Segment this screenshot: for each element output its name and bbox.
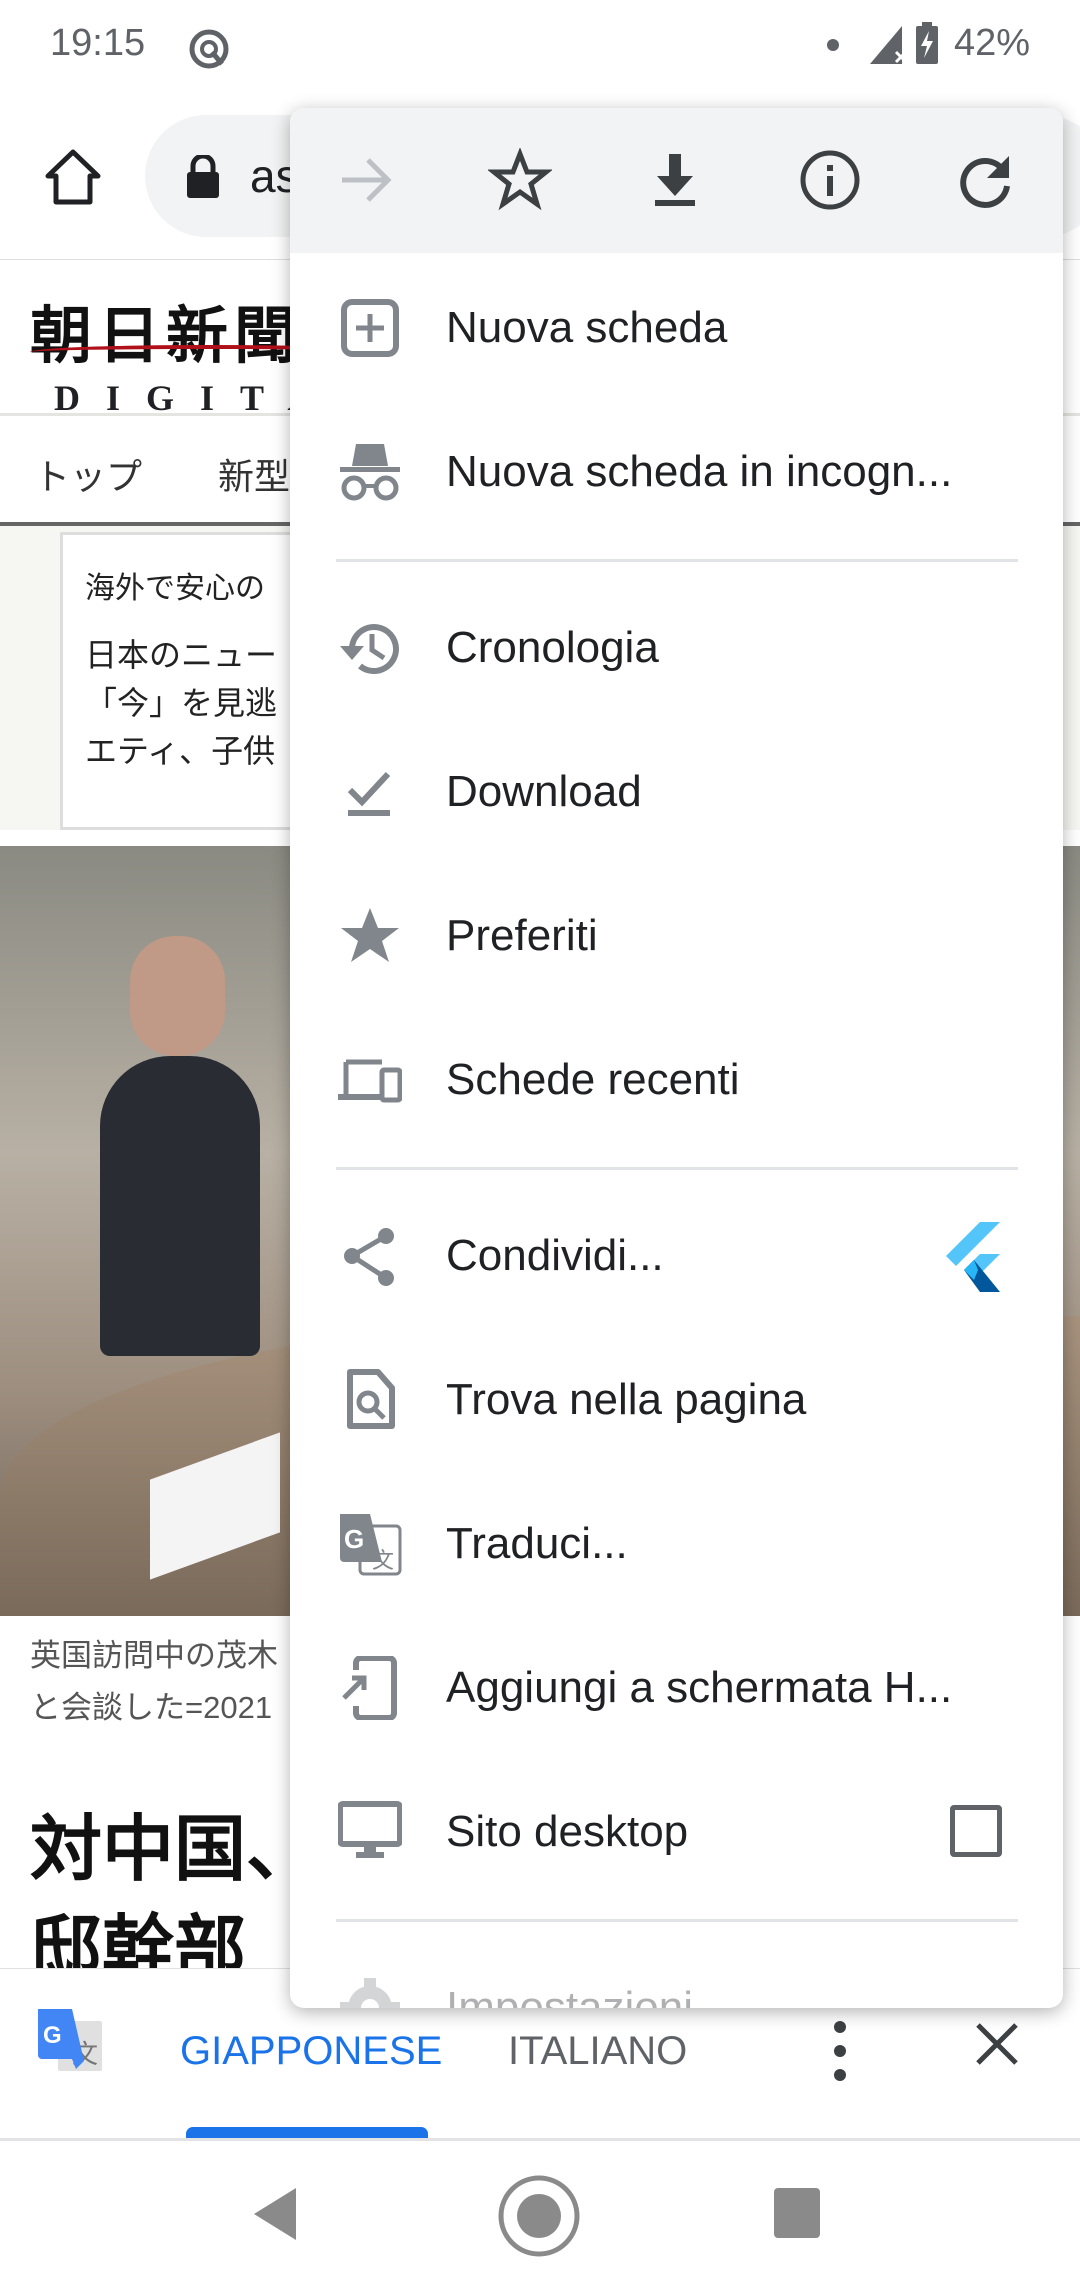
translate-icon: G文: [340, 1514, 402, 1576]
menu-item-label: Nuova scheda: [446, 303, 728, 352]
share-icon: [344, 1228, 394, 1286]
nav-item-top[interactable]: トップ: [34, 448, 142, 500]
system-nav-bar: [0, 2138, 1080, 2280]
menu-item-downloads[interactable]: Download: [290, 720, 1063, 864]
lock-icon: [187, 155, 219, 198]
menu-item-find-in-page[interactable]: Trova nella pagina: [290, 1328, 1063, 1472]
menu-item-label: Nuova scheda in incogn...: [446, 447, 953, 496]
more-vert-icon[interactable]: [822, 2019, 858, 2083]
recents-icon[interactable]: [774, 2188, 820, 2238]
desktop-site-checkbox[interactable]: [950, 1805, 1002, 1857]
menu-icon-row: [290, 108, 1063, 253]
find-in-page-icon: [347, 1369, 395, 1429]
menu-item-label: Download: [446, 767, 642, 816]
home-button-icon[interactable]: [496, 2173, 582, 2259]
incognito-icon: [340, 444, 400, 501]
photo-head: [130, 936, 225, 1056]
settings-icon: [340, 1978, 400, 2008]
menu-item-history[interactable]: Cronologia: [290, 576, 1063, 720]
svg-text:文: 文: [372, 1549, 394, 1574]
downloads-icon: [347, 771, 391, 816]
menu-divider: [336, 559, 1018, 562]
devices-icon: [338, 1059, 402, 1103]
home-icon[interactable]: [44, 148, 102, 206]
svg-text:G: G: [344, 1524, 364, 1554]
caption-line: 英国訪問中の茂木: [30, 1638, 278, 1673]
menu-divider: [336, 1919, 1018, 1922]
nav-item-covid[interactable]: 新型: [218, 448, 290, 500]
back-icon[interactable]: [250, 2186, 300, 2242]
caption-line: と会談した=2021: [30, 1690, 273, 1725]
menu-item-bookmarks[interactable]: Preferiti: [290, 864, 1063, 1008]
reload-icon[interactable]: [953, 148, 1017, 212]
target-language-tab[interactable]: ITALIANO: [508, 2029, 687, 2074]
bookmark-star-icon[interactable]: [488, 148, 552, 212]
info-icon[interactable]: [798, 148, 862, 212]
new-tab-icon: [341, 299, 399, 357]
menu-item-label: Traduci...: [446, 1519, 628, 1568]
notification-dot-icon: [827, 39, 839, 51]
overflow-menu: Nuova scheda Nuova scheda in incogn... C…: [290, 108, 1063, 2008]
battery-charging-icon: [916, 22, 938, 64]
flutter-app-icon[interactable]: [944, 1222, 1000, 1292]
menu-item-label: Impostazioni: [446, 1983, 694, 2008]
status-bar: 19:15 42%: [0, 0, 1080, 100]
star-icon: [341, 908, 399, 962]
source-language-tab[interactable]: GIAPPONESE: [180, 2029, 442, 2074]
headline-line: 対中国、: [30, 1810, 319, 1890]
photo-person: [100, 1056, 260, 1356]
desktop-icon: [338, 1801, 402, 1858]
svg-text:G: G: [43, 2022, 62, 2049]
menu-item-translate[interactable]: G文 Traduci...: [290, 1472, 1063, 1616]
status-time: 19:15: [50, 22, 146, 64]
menu-item-desktop-site[interactable]: Sito desktop: [290, 1760, 1063, 1904]
notification-app-icon: [189, 29, 229, 69]
menu-item-label: Preferiti: [446, 911, 598, 960]
menu-item-incognito[interactable]: Nuova scheda in incogn...: [290, 400, 1063, 544]
menu-item-label: Condividi...: [446, 1231, 664, 1280]
menu-item-recent-tabs[interactable]: Schede recenti: [290, 1008, 1063, 1152]
history-icon: [340, 624, 399, 674]
forward-icon[interactable]: [334, 148, 398, 212]
download-icon[interactable]: [643, 148, 707, 212]
menu-item-label: Aggiungi a schermata H...: [446, 1663, 953, 1712]
add-to-home-icon: [342, 1656, 397, 1720]
menu-item-label: Trova nella pagina: [446, 1375, 807, 1424]
menu-item-add-to-home[interactable]: Aggiungi a schermata H...: [290, 1616, 1063, 1760]
google-translate-icon: 文G: [38, 2009, 102, 2071]
menu-item-label: Sito desktop: [446, 1807, 689, 1856]
photo-caption: 英国訪問中の茂木 と会談した=2021: [30, 1630, 278, 1734]
close-icon[interactable]: [972, 2019, 1022, 2069]
menu-item-share[interactable]: Condividi...: [290, 1184, 1063, 1328]
menu-item-label: Cronologia: [446, 623, 659, 672]
menu-divider: [336, 1167, 1018, 1170]
menu-item-label: Schede recenti: [446, 1055, 740, 1104]
signal-icon: [870, 26, 908, 64]
battery-percent: 42%: [953, 22, 1030, 64]
menu-item-new-tab[interactable]: Nuova scheda: [290, 256, 1063, 400]
menu-item-settings[interactable]: Impostazioni: [290, 1936, 1063, 2008]
